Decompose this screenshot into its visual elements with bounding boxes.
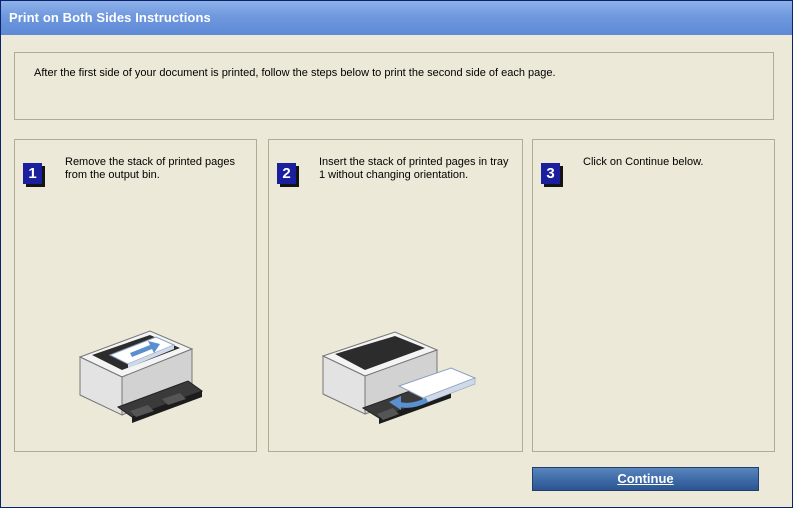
printer-input-tray-icon [321,331,477,424]
printer-output-bin-icon [78,330,204,423]
step-1-badge: 1 [23,163,42,184]
step-2-text: Insert the stack of printed pages in tra… [319,156,509,181]
window-title: Print on Both Sides Instructions [9,10,211,25]
step-1-panel: 1 Remove the stack of printed pages from… [14,139,257,452]
title-bar[interactable]: Print on Both Sides Instructions [1,1,792,35]
step-1-text: Remove the stack of printed pages from t… [65,156,235,181]
dialog-window: Print on Both Sides Instructions After t… [0,0,793,508]
intro-panel: After the first side of your document is… [14,52,774,120]
step-3-badge: 3 [541,163,560,184]
step-2-badge: 2 [277,163,296,184]
continue-button[interactable]: Continue [532,467,759,491]
intro-text: After the first side of your document is… [34,67,556,79]
step-3-panel: 3 Click on Continue below. [532,139,775,452]
step-3-text: Click on Continue below. [583,156,704,168]
step-2-panel: 2 Insert the stack of printed pages in t… [268,139,523,452]
